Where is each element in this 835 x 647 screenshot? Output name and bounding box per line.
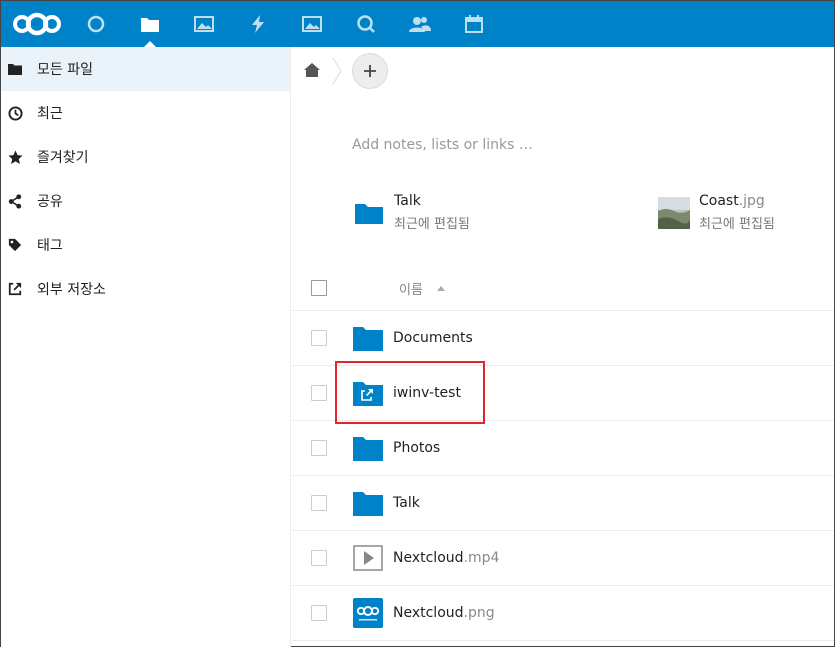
file-list-header: 이름 — [292, 266, 834, 311]
row-checkbox[interactable] — [311, 440, 327, 456]
star-icon — [7, 149, 23, 165]
files-folder-icon[interactable] — [123, 1, 177, 47]
sort-ascending-icon — [436, 285, 445, 291]
notes-input[interactable]: Add notes, lists or links … — [352, 137, 533, 153]
recent-item-subtitle: 최근에 편집됨 — [394, 217, 470, 232]
breadcrumb — [292, 47, 834, 95]
dashboard-circle-icon[interactable] — [69, 1, 123, 47]
photos-image-icon[interactable] — [177, 1, 231, 47]
sidebar-item-shares[interactable]: 공유 — [1, 179, 290, 223]
navigation-sidebar: 모든 파일 최근 즐겨찾기 공유 태그 외부 저장소 — [1, 47, 291, 647]
recent-item-talk[interactable]: Talk 최근에 편집됨 — [353, 193, 470, 232]
file-row-photos[interactable]: Photos — [292, 421, 834, 476]
top-header — [1, 1, 834, 47]
row-checkbox[interactable] — [311, 605, 327, 621]
talk-search-icon[interactable] — [339, 1, 393, 47]
activity-bolt-icon[interactable] — [231, 1, 285, 47]
file-row-documents[interactable]: Documents — [292, 311, 834, 366]
sidebar-item-label: 태그 — [37, 238, 63, 254]
recent-item-name: Talk — [394, 193, 421, 209]
highlight-box — [335, 361, 485, 424]
new-file-button[interactable] — [352, 53, 388, 89]
row-checkbox[interactable] — [311, 550, 327, 566]
file-name[interactable]: Talk — [393, 495, 420, 511]
sidebar-item-recent[interactable]: 최근 — [1, 91, 290, 135]
row-checkbox[interactable] — [311, 330, 327, 346]
video-file-icon — [353, 545, 383, 571]
folder-icon — [353, 327, 383, 351]
share-icon — [7, 193, 23, 209]
recent-item-coast[interactable]: Coast.jpg 최근에 편집됨 — [658, 193, 775, 232]
sidebar-item-label: 최근 — [37, 106, 63, 122]
calendar-icon[interactable] — [447, 1, 501, 47]
folder-icon — [353, 437, 383, 461]
sidebar-item-label: 외부 저장소 — [37, 282, 106, 298]
gallery-image-icon[interactable] — [285, 1, 339, 47]
file-name[interactable]: Nextcloud.png — [393, 605, 495, 621]
folder-icon — [355, 203, 383, 224]
folder-icon — [353, 492, 383, 516]
sidebar-item-label: 공유 — [37, 194, 63, 210]
contacts-people-icon[interactable] — [393, 1, 447, 47]
sidebar-item-label: 모든 파일 — [37, 62, 93, 78]
file-row-talk[interactable]: Talk — [292, 476, 834, 531]
file-row-nextcloud-png[interactable]: Nextcloud.png — [292, 586, 834, 641]
file-row-nextcloud-mp4[interactable]: Nextcloud.mp4 — [292, 531, 834, 586]
file-name[interactable]: Nextcloud.mp4 — [393, 550, 499, 566]
sidebar-item-external-storage[interactable]: 외부 저장소 — [1, 267, 290, 311]
tag-icon — [7, 237, 23, 253]
external-link-icon — [7, 281, 23, 297]
clock-icon — [7, 105, 23, 121]
file-name[interactable]: Documents — [393, 330, 473, 346]
sidebar-item-all-files[interactable]: 모든 파일 — [1, 47, 290, 91]
sort-by-name[interactable]: 이름 — [399, 279, 445, 298]
recent-item-name: Coast.jpg — [699, 193, 765, 209]
select-all-checkbox[interactable] — [311, 280, 327, 296]
sidebar-item-label: 즐겨찾기 — [37, 150, 89, 166]
column-name-label: 이름 — [399, 282, 423, 298]
sidebar-item-favorites[interactable]: 즐겨찾기 — [1, 135, 290, 179]
recent-item-subtitle: 최근에 편집됨 — [699, 217, 775, 232]
nextcloud-logo[interactable] — [5, 1, 69, 47]
breadcrumb-separator — [332, 57, 342, 85]
file-name[interactable]: Photos — [393, 440, 440, 456]
folder-icon — [7, 61, 23, 77]
row-checkbox[interactable] — [311, 385, 327, 401]
plus-icon — [364, 65, 376, 77]
image-thumbnail — [353, 598, 383, 628]
files-main-area: Add notes, lists or links … Talk 최근에 편집됨… — [292, 47, 834, 647]
row-checkbox[interactable] — [311, 495, 327, 511]
image-thumbnail — [658, 196, 690, 229]
home-icon[interactable] — [304, 62, 320, 81]
sidebar-item-tags[interactable]: 태그 — [1, 223, 290, 267]
